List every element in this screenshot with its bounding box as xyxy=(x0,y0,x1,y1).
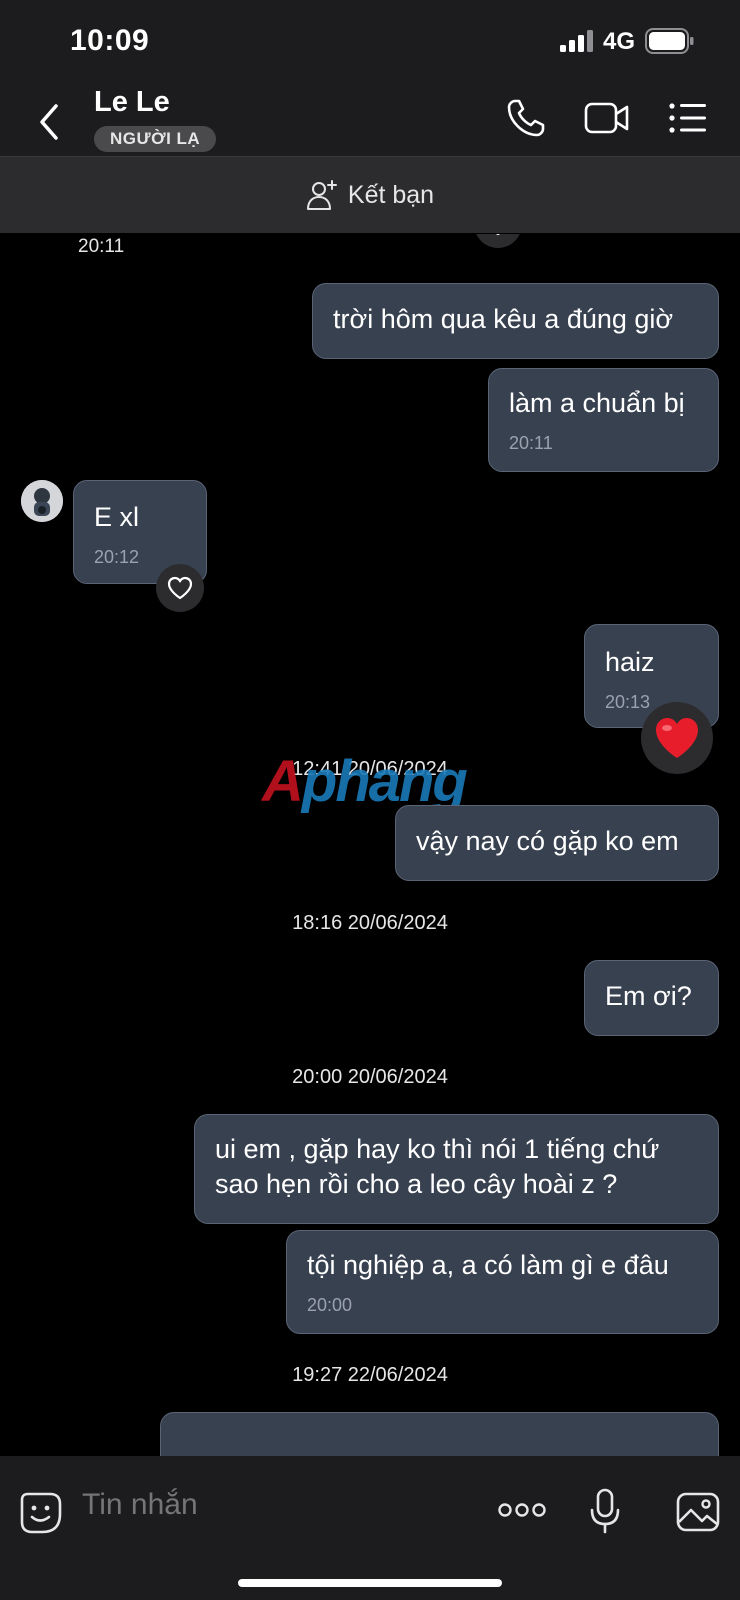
sticker-emoji-icon[interactable] xyxy=(20,1492,62,1534)
message-text: Em ơi? xyxy=(605,981,692,1011)
gallery-image-icon[interactable] xyxy=(676,1492,720,1532)
message-time: 20:11 xyxy=(78,236,125,257)
back-arrow-icon[interactable] xyxy=(34,102,64,142)
microphone-icon[interactable] xyxy=(590,1488,620,1534)
date-separator: 18:16 20/06/2024 xyxy=(292,912,448,934)
avatar-image xyxy=(21,480,63,522)
message-input[interactable] xyxy=(82,1482,462,1528)
add-friend-label: Kết bạn xyxy=(347,180,435,209)
red-heart-icon xyxy=(656,718,698,758)
sent-message[interactable]: vậy nay có gặp ko em xyxy=(395,805,719,881)
sent-message[interactable]: làm a chuẩn bị 20:11 xyxy=(488,368,719,472)
heart-outline-icon xyxy=(496,234,500,236)
stranger-badge: NGƯỜI LẠ xyxy=(94,126,217,152)
avatar[interactable] xyxy=(21,480,63,522)
message-text: vậy nay có gặp ko em xyxy=(416,826,679,856)
message-time: 20:13 xyxy=(605,692,651,712)
message-input-bar xyxy=(0,1456,740,1600)
network-type: 4G xyxy=(603,28,636,55)
signal-icon xyxy=(560,30,593,52)
contact-name[interactable]: Le Le xyxy=(94,86,170,119)
chat-header: Le Le NGƯỜI LẠ xyxy=(0,80,740,157)
sent-message[interactable] xyxy=(160,1412,719,1456)
add-person-icon xyxy=(306,180,337,210)
message-text: trời hôm qua kêu a đúng giờ xyxy=(333,304,674,334)
date-separator: 19:27 22/06/2024 xyxy=(292,1364,448,1386)
more-options-icon[interactable] xyxy=(498,1502,546,1518)
sent-message[interactable]: ui em , gặp hay ko thì nói 1 tiếng chứ s… xyxy=(194,1114,719,1224)
message-text-line: sao hẹn rồi cho a leo cây hoài z ? xyxy=(215,1169,618,1199)
battery-icon xyxy=(645,28,694,54)
message-text-line: ui em , gặp hay ko thì nói 1 tiếng chứ xyxy=(215,1134,660,1164)
message-time: 20:12 xyxy=(94,547,140,567)
phone-call-icon[interactable] xyxy=(506,98,546,138)
home-indicator xyxy=(238,1579,502,1587)
message-time: 20:11 xyxy=(509,433,553,453)
sent-message[interactable]: trời hôm qua kêu a đúng giờ xyxy=(312,283,719,359)
sent-message[interactable]: tội nghiệp a, a có làm gì e đâu 20:00 xyxy=(286,1230,719,1334)
menu-list-icon[interactable] xyxy=(668,100,708,136)
reaction-button[interactable] xyxy=(156,564,204,612)
message-text: làm a chuẩn bị xyxy=(509,388,685,418)
heart-outline-icon xyxy=(167,576,193,600)
message-text: E xl xyxy=(94,502,140,532)
message-text: tội nghiệp a, a có làm gì e đâu xyxy=(307,1250,669,1280)
message-text: haiz xyxy=(605,647,655,677)
add-friend-bar[interactable]: Kết bạn xyxy=(0,157,740,233)
status-time: 10:09 xyxy=(70,24,150,57)
add-friend-button[interactable]: Kết bạn xyxy=(0,157,740,233)
date-separator: 20:00 20/06/2024 xyxy=(292,1066,448,1088)
message-time: 20:00 xyxy=(307,1295,353,1315)
chat-area[interactable]: 20:11 trời hôm qua kêu a đúng giờ làm a … xyxy=(0,234,740,1456)
video-call-icon[interactable] xyxy=(584,100,630,136)
reaction-button[interactable] xyxy=(474,234,522,248)
sent-message[interactable]: Em ơi? xyxy=(584,960,719,1036)
status-bar: 10:09 4G xyxy=(0,0,740,80)
